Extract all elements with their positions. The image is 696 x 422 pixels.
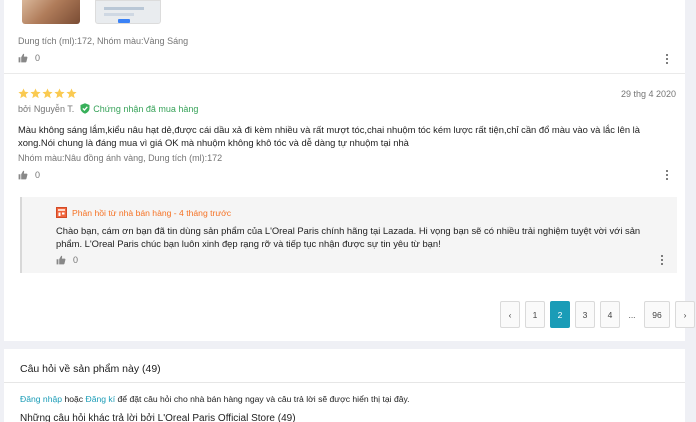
star-icon (54, 88, 65, 99)
store-icon (56, 207, 67, 218)
seller-reply-header: Phản hồi từ nhà bán hàng - 4 tháng trước (56, 207, 231, 218)
questions-panel: Câu hỏi về sản phẩm này (49) Đăng nhập h… (4, 349, 685, 422)
seller-reply-body: Chào bạn, cám ơn bạn đã tin dùng sản phẩ… (56, 225, 641, 249)
star-icon (18, 88, 29, 99)
review-author-line: bởi Nguyễn T. Chứng nhận đã mua hàng (18, 103, 198, 114)
thumbs-up-icon (18, 170, 28, 180)
pagination-page-4[interactable]: 4 (600, 301, 620, 328)
like-count: 0 (35, 53, 41, 63)
pagination-page-3[interactable]: 3 (575, 301, 595, 328)
thumbs-up-icon (18, 53, 28, 63)
review-divider (4, 73, 685, 74)
like-count: 0 (35, 170, 41, 180)
pagination: ‹ 1 2 3 4 ... 96 › (500, 301, 695, 328)
login-link[interactable]: Đăng nhập (20, 394, 62, 404)
like-button[interactable]: 0 (56, 255, 78, 265)
review-body: Màu không sáng lắm,kiểu nâu hạt dẻ,được … (18, 124, 640, 148)
more-options-icon[interactable] (664, 54, 670, 65)
pagination-page-1[interactable]: 1 (525, 301, 545, 328)
more-options-icon[interactable] (664, 170, 670, 181)
star-icon (30, 88, 41, 99)
verified-purchase-label: Chứng nhận đã mua hàng (93, 103, 199, 114)
pagination-page-2[interactable]: 2 (550, 301, 570, 328)
author-prefix: bởi (18, 103, 31, 114)
more-options-icon[interactable] (659, 255, 665, 266)
review-variant-info: Nhóm màu:Nâu đồng ánh vàng, Dung tích (m… (18, 153, 223, 163)
star-icon (66, 88, 77, 99)
reviews-panel: Dung tích (ml):172, Nhóm màu:Vàng Sáng 0… (4, 0, 695, 341)
review-date: 29 thg 4 2020 (621, 89, 677, 99)
like-button[interactable]: 0 (18, 53, 40, 63)
other-questions-heading: Những câu hỏi khác trả lời bởi L'Oreal P… (20, 413, 296, 422)
prompt-text: để đặt câu hỏi cho nhà bán hàng ngay và … (117, 394, 410, 404)
thumbs-up-icon (56, 255, 66, 265)
pagination-page-last[interactable]: 96 (644, 301, 670, 328)
ask-question-prompt: Đăng nhập hoặc Đăng kí để đặt câu hỏi ch… (20, 394, 410, 404)
review-photo-thumbnail[interactable] (22, 0, 80, 24)
pagination-ellipsis: ... (628, 309, 636, 320)
star-icon (42, 88, 53, 99)
pagination-prev-button[interactable]: ‹ (500, 301, 520, 328)
review-variant-info: Dung tích (ml):172, Nhóm màu:Vàng Sáng (18, 36, 189, 46)
like-count: 0 (73, 255, 79, 265)
pagination-next-button[interactable]: › (675, 301, 695, 328)
review-photo-thumbnail[interactable] (95, 0, 161, 24)
seller-reply-title: Phản hồi từ nhà bán hàng - 4 tháng trước (72, 207, 232, 218)
register-link[interactable]: Đăng kí (85, 394, 115, 404)
review-author: Nguyễn T. (33, 103, 75, 114)
like-button[interactable]: 0 (18, 170, 40, 180)
questions-title: Câu hỏi về sản phẩm này (49) (20, 363, 161, 375)
seller-reply: Phản hồi từ nhà bán hàng - 4 tháng trước… (20, 197, 677, 273)
prompt-or: hoặc (64, 394, 84, 404)
questions-divider (4, 382, 685, 383)
verified-shield-icon (80, 103, 90, 114)
rating-stars (18, 88, 77, 99)
